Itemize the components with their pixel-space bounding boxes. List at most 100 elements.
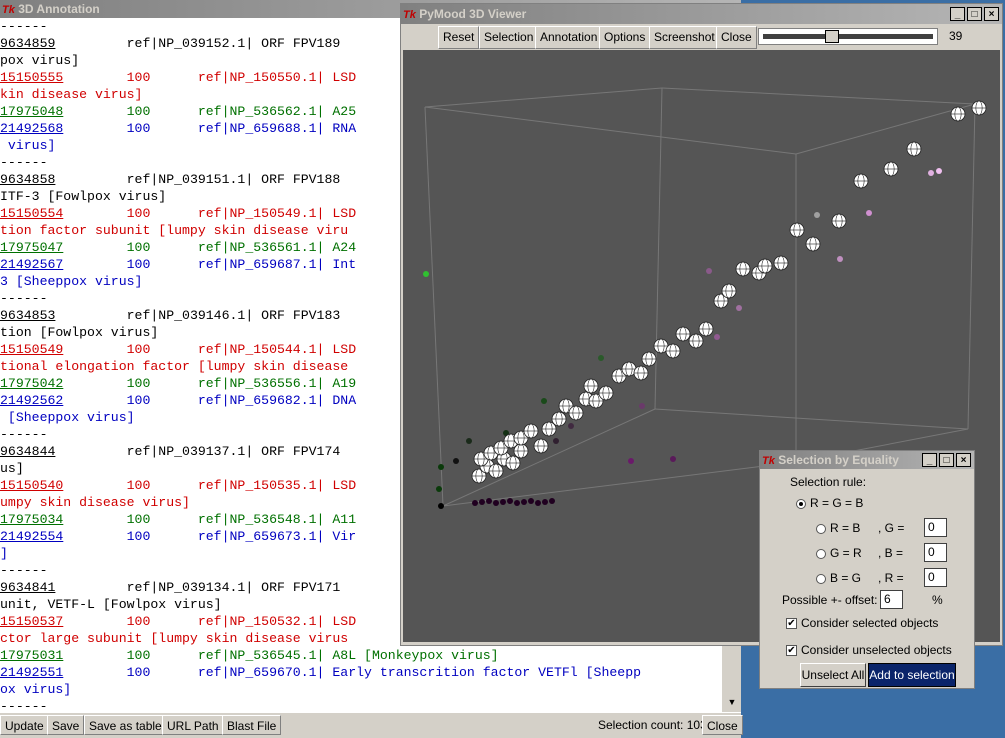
annotation-id-link[interactable]: 21492551 [0, 665, 63, 680]
minimize-icon[interactable]: _ [950, 7, 965, 21]
annotation-id-link[interactable]: 17975042 [0, 376, 63, 391]
selected-point[interactable] [505, 455, 521, 471]
annotation-id-link[interactable]: 9634858 [0, 172, 55, 187]
maximize-icon[interactable]: □ [967, 7, 982, 21]
data-point[interactable] [598, 355, 604, 361]
annotation-id-link[interactable]: 15150554 [0, 206, 63, 221]
data-point[interactable] [438, 464, 444, 470]
selected-point[interactable] [906, 141, 922, 157]
annotation-id-link[interactable]: 15150537 [0, 614, 63, 629]
data-point[interactable] [628, 458, 634, 464]
selected-point[interactable] [568, 405, 584, 421]
selected-point[interactable] [551, 411, 567, 427]
rule-rgb-radio[interactable]: R = G = B [796, 496, 863, 510]
selected-point[interactable] [831, 213, 847, 229]
rule-rb-value-input[interactable]: 0 [924, 518, 947, 537]
add-to-selection-button[interactable]: Add to selection [868, 663, 956, 687]
selected-point[interactable] [665, 343, 681, 359]
minimize-icon[interactable]: _ [922, 453, 937, 467]
data-point[interactable] [568, 423, 574, 429]
annotation-id-link[interactable]: 9634844 [0, 444, 55, 459]
annotation-button[interactable]: Annotation [535, 26, 603, 49]
data-point[interactable] [814, 212, 820, 218]
data-point[interactable] [500, 499, 506, 505]
selected-point[interactable] [675, 326, 691, 342]
selected-point[interactable] [789, 222, 805, 238]
annotation-id-link[interactable]: 21492562 [0, 393, 63, 408]
data-point[interactable] [866, 210, 872, 216]
data-point[interactable] [542, 499, 548, 505]
annotation-id-link[interactable]: 21492568 [0, 121, 63, 136]
selected-point[interactable] [688, 333, 704, 349]
consider-selected-checkbox[interactable]: ✔ Consider selected objects [786, 616, 938, 630]
annotation-id-link[interactable]: 17975048 [0, 104, 63, 119]
data-point[interactable] [521, 499, 527, 505]
data-point[interactable] [706, 268, 712, 274]
data-point[interactable] [438, 503, 444, 509]
annotation-id-link[interactable]: 21492554 [0, 529, 63, 544]
screenshot-button[interactable]: Screenshot [649, 26, 720, 49]
reset-button[interactable]: Reset [438, 26, 480, 49]
selected-point[interactable] [698, 321, 714, 337]
consider-unselected-checkbox[interactable]: ✔ Consider unselected objects [786, 643, 952, 657]
annotation-id-link[interactable]: 9634853 [0, 308, 55, 323]
selected-point[interactable] [757, 258, 773, 274]
rule-rb-radio[interactable]: R = B [816, 521, 860, 535]
annotation-id-link[interactable]: 17975031 [0, 648, 63, 663]
rule-gr-radio[interactable]: G = R [816, 546, 862, 560]
viewer-titlebar[interactable]: Tk PyMood 3D Viewer _ □ × [401, 4, 1002, 24]
data-point[interactable] [535, 500, 541, 506]
zoom-slider[interactable] [758, 28, 938, 45]
data-point[interactable] [549, 498, 555, 504]
data-point[interactable] [541, 398, 547, 404]
selection-button[interactable]: Selection [479, 26, 539, 49]
slider-thumb[interactable] [825, 30, 840, 43]
data-point[interactable] [472, 500, 478, 506]
rule-gr-value-input[interactable]: 0 [924, 543, 947, 562]
data-point[interactable] [507, 498, 513, 504]
rule-bg-value-input[interactable]: 0 [924, 568, 947, 587]
data-point[interactable] [553, 438, 559, 444]
selected-point[interactable] [533, 438, 549, 454]
data-point[interactable] [714, 334, 720, 340]
rule-bg-radio[interactable]: B = G [816, 571, 861, 585]
close-icon[interactable]: × [956, 453, 971, 467]
data-point[interactable] [493, 500, 499, 506]
selected-point[interactable] [853, 173, 869, 189]
update-button[interactable]: Update [0, 715, 49, 735]
annotation-id-link[interactable]: 15150540 [0, 478, 63, 493]
data-point[interactable] [436, 486, 442, 492]
data-point[interactable] [466, 438, 472, 444]
data-point[interactable] [639, 403, 645, 409]
selected-point[interactable] [805, 236, 821, 252]
data-point[interactable] [670, 456, 676, 462]
data-point[interactable] [453, 458, 459, 464]
maximize-icon[interactable]: □ [939, 453, 954, 467]
close-icon[interactable]: × [984, 7, 999, 21]
blast-file-button[interactable]: Blast File [222, 715, 282, 735]
selected-point[interactable] [950, 106, 966, 122]
annotation-id-link[interactable]: 9634841 [0, 580, 55, 595]
data-point[interactable] [837, 256, 843, 262]
selected-point[interactable] [773, 255, 789, 271]
selected-point[interactable] [598, 385, 614, 401]
annotation-id-link[interactable]: 9634859 [0, 36, 55, 51]
unselect-all-button[interactable]: Unselect All [800, 663, 866, 687]
save-as-table-button[interactable]: Save as table [84, 715, 167, 735]
selected-point[interactable] [883, 161, 899, 177]
viewer-close-button[interactable]: Close [716, 26, 757, 49]
selected-point[interactable] [583, 378, 599, 394]
data-point[interactable] [936, 168, 942, 174]
selected-point[interactable] [641, 351, 657, 367]
data-point[interactable] [479, 499, 485, 505]
selected-point[interactable] [721, 283, 737, 299]
data-point[interactable] [514, 500, 520, 506]
selected-point[interactable] [633, 365, 649, 381]
options-button[interactable]: Options [599, 26, 651, 49]
offset-input[interactable]: 6 [880, 590, 903, 609]
url-path-button[interactable]: URL Path [162, 715, 224, 735]
data-point[interactable] [423, 271, 429, 277]
scroll-down-icon[interactable]: ▼ [724, 694, 740, 710]
annotation-id-link[interactable]: 21492567 [0, 257, 63, 272]
selected-point[interactable] [523, 423, 539, 439]
